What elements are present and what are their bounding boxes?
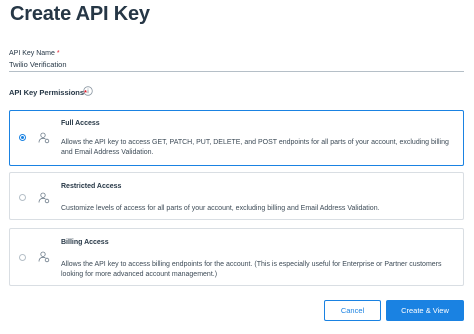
api-key-name-label: API Key Name * — [9, 50, 60, 57]
required-mark: * — [56, 50, 60, 57]
billing-access-description: Allows the API key to access billing end… — [61, 261, 442, 278]
person-gear-icon — [38, 251, 50, 263]
api-key-name-input[interactable] — [9, 58, 464, 72]
full-access-description: Allows the API key to access GET, PATCH,… — [61, 139, 449, 156]
person-gear-icon — [38, 132, 50, 144]
restricted-access-title: Restricted Access — [61, 183, 122, 190]
api-key-permissions-label: API Key Permissions* — [9, 88, 87, 97]
person-gear-icon — [38, 192, 50, 204]
restricted-access-radio[interactable] — [19, 194, 26, 201]
permission-option-full-access[interactable]: Full Access Allows the API key to access… — [9, 110, 464, 166]
restricted-access-description: Customize levels of access for all parts… — [61, 205, 380, 212]
info-circle-icon[interactable] — [83, 86, 93, 96]
billing-access-radio[interactable] — [19, 254, 26, 261]
full-access-radio[interactable] — [19, 134, 26, 141]
create-and-view-button[interactable]: Create & View — [386, 300, 464, 321]
billing-access-title: Billing Access — [61, 239, 109, 246]
permission-option-restricted-access[interactable]: Restricted Access Customize levels of ac… — [9, 172, 464, 220]
page-title: Create API Key — [10, 3, 150, 25]
full-access-title: Full Access — [61, 120, 100, 127]
cancel-button[interactable]: Cancel — [324, 300, 381, 321]
permission-option-billing-access[interactable]: Billing Access Allows the API key to acc… — [9, 228, 464, 286]
